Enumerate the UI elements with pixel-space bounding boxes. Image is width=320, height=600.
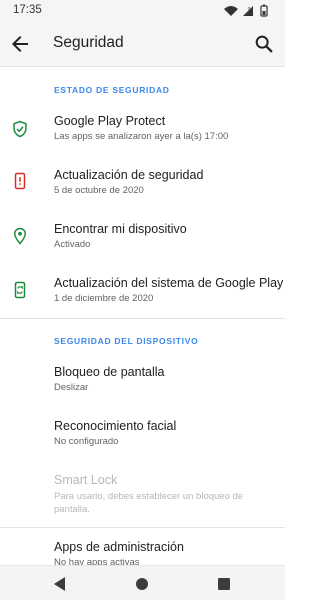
battery-icon: [260, 4, 268, 17]
status-time: 17:35: [13, 4, 42, 16]
section-divider: [0, 318, 285, 319]
item-title: Reconocimiento facial: [54, 419, 177, 433]
item-title: Encontrar mi dispositivo: [54, 222, 187, 236]
page-title: Seguridad: [53, 34, 124, 51]
list-item-device-admin-apps[interactable]: Apps de administración No hay apps activ…: [0, 540, 285, 568]
section-divider: [0, 527, 285, 528]
item-title: Apps de administración: [54, 540, 184, 554]
wifi-icon: [224, 6, 238, 16]
nav-home-icon[interactable]: [132, 574, 152, 594]
status-icons: x: [224, 4, 268, 17]
list-item-face-recognition[interactable]: Reconocimiento facial No configurado: [0, 419, 285, 459]
arrow-back-icon[interactable]: [8, 32, 32, 56]
item-subtitle: Para usarlo, debes establecer un bloqueo…: [54, 491, 244, 515]
location-pin-icon: [13, 227, 27, 245]
item-title: Actualización de seguridad: [54, 168, 204, 182]
item-subtitle: 1 de diciembre de 2020: [54, 293, 154, 304]
list-item-google-play-system-update[interactable]: Actualización del sistema de Google Play…: [0, 276, 285, 316]
search-icon[interactable]: [253, 33, 275, 55]
list-item-google-play-protect[interactable]: Google Play Protect Las apps se analizar…: [0, 114, 285, 154]
toolbar: Seguridad: [0, 22, 285, 67]
phone-alert-icon: [14, 172, 26, 190]
item-subtitle: Deslizar: [54, 382, 89, 393]
item-subtitle: Activado: [54, 239, 91, 250]
section-header-security-status: ESTADO DE SEGURIDAD: [54, 85, 170, 95]
signal-icon: x: [243, 6, 253, 16]
shield-check-icon: [13, 120, 27, 138]
system-update-icon: [14, 281, 26, 299]
list-item-security-update[interactable]: Actualización de seguridad 5 de octubre …: [0, 168, 285, 208]
list-item-screen-lock[interactable]: Bloqueo de pantalla Deslizar: [0, 365, 285, 405]
nav-back-icon[interactable]: [50, 574, 70, 594]
nav-recents-icon[interactable]: [214, 574, 234, 594]
item-subtitle: 5 de octubre de 2020: [54, 185, 144, 196]
navigation-bar: [0, 565, 285, 600]
item-title: Bloqueo de pantalla: [54, 365, 165, 379]
item-title: Google Play Protect: [54, 114, 166, 128]
list-item-find-my-device[interactable]: Encontrar mi dispositivo Activado: [0, 222, 285, 262]
list-item-smart-lock: Smart Lock Para usarlo, debes establecer…: [0, 473, 285, 521]
item-title: Smart Lock: [54, 473, 118, 487]
status-bar: 17:35 x: [0, 0, 285, 22]
settings-security-screen: 17:35 x Seguridad ESTADO DE SEGURIDAD Go…: [0, 0, 285, 600]
item-subtitle: No configurado: [54, 436, 119, 447]
item-title: Actualización del sistema de Google Play: [54, 276, 284, 290]
section-header-device-security: SEGURIDAD DEL DISPOSITIVO: [54, 336, 199, 346]
item-subtitle: Las apps se analizaron ayer a la(s) 17:0…: [54, 131, 229, 142]
